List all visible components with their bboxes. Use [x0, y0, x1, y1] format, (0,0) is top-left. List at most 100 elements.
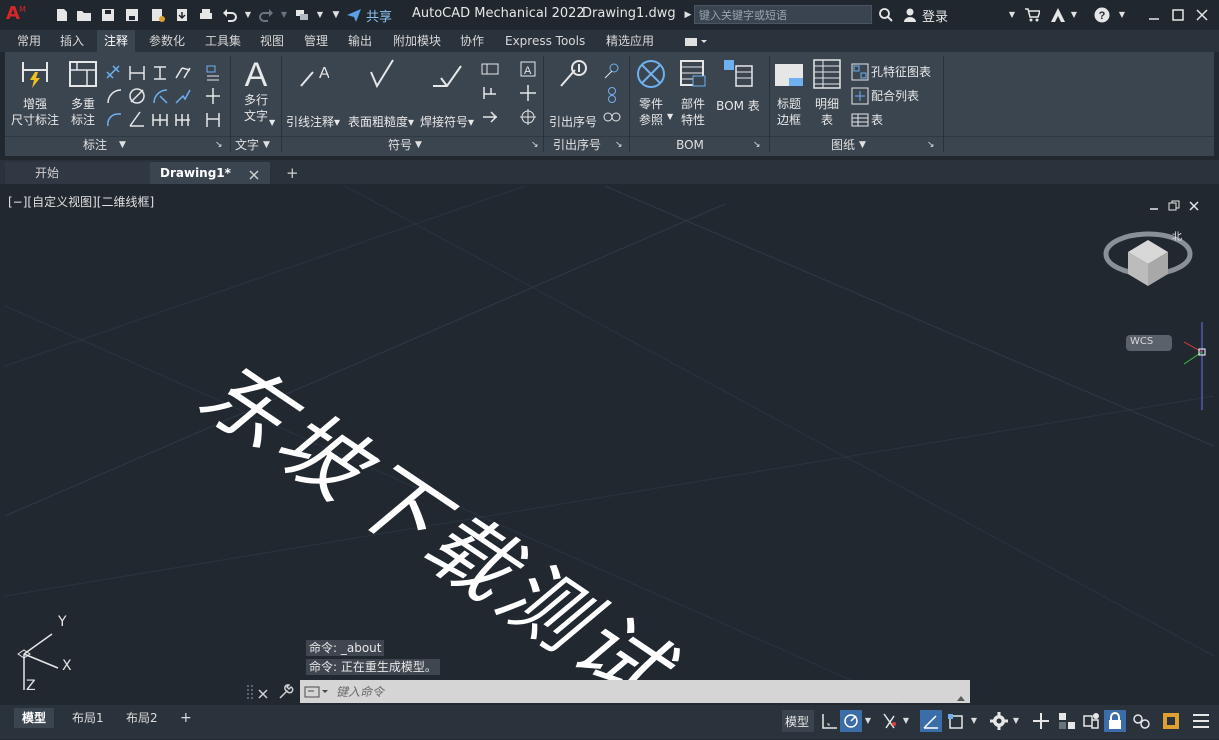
- ribbon-minimize-icon[interactable]: [684, 34, 710, 48]
- isolate-objects-icon[interactable]: [1080, 710, 1102, 732]
- navigation-bar[interactable]: [1178, 322, 1208, 410]
- model-space-button[interactable]: 模型: [782, 710, 814, 732]
- title-border-button[interactable]: 标题 边框: [771, 58, 807, 128]
- feature-control-frame-icon[interactable]: [481, 60, 499, 78]
- bom-table-button[interactable]: BOM 表: [713, 58, 763, 114]
- settings-gear-icon[interactable]: [988, 710, 1010, 732]
- object-snap-dropdown-icon[interactable]: ▼: [968, 710, 980, 732]
- search-input[interactable]: 键入关键字或短语: [694, 5, 872, 24]
- table-icon[interactable]: [851, 111, 869, 129]
- command-prompt-icon[interactable]: [304, 684, 330, 698]
- tab-output[interactable]: 输出: [341, 30, 379, 52]
- app-dropdown-icon[interactable]: ▼: [1066, 7, 1082, 23]
- linear-dimension-icon[interactable]: [128, 64, 146, 82]
- plot-icon[interactable]: [198, 7, 214, 23]
- tab-addins[interactable]: 附加模块: [386, 30, 448, 52]
- oblique-dimension-icon[interactable]: [174, 64, 192, 82]
- diameter-icon[interactable]: [128, 87, 146, 105]
- dimension-panel-launcher-icon[interactable]: ↘: [215, 137, 223, 153]
- panel-title-dimension[interactable]: 标注: [65, 137, 125, 153]
- leader-note-button[interactable]: A 引线注释▾: [283, 58, 343, 130]
- viewport-controls-label[interactable]: [−][自定义视图][二维线框]: [8, 193, 154, 210]
- grid-display-icon[interactable]: [818, 710, 840, 732]
- tab-parametric[interactable]: 参数化: [142, 30, 192, 52]
- weld-symbol-button[interactable]: 焊接符号▾: [417, 58, 477, 130]
- aligned-dimension-icon[interactable]: [105, 64, 123, 82]
- undo-dropdown-icon[interactable]: ▼: [240, 7, 256, 23]
- save-icon[interactable]: [100, 7, 116, 23]
- continue-dimension-icon[interactable]: [174, 110, 192, 128]
- help-icon[interactable]: ?: [1094, 7, 1110, 23]
- panel-title-symbol[interactable]: 符号: [385, 137, 415, 153]
- app-logo[interactable]: A M: [6, 3, 30, 25]
- arc-dimension-icon[interactable]: [105, 110, 123, 128]
- tab-view[interactable]: 视图: [253, 30, 291, 52]
- lock-ui-icon[interactable]: [1104, 710, 1126, 732]
- dimension-panel-dropdown-icon[interactable]: ▼: [119, 137, 126, 153]
- tab-start[interactable]: 开始: [5, 162, 165, 184]
- save-as-icon[interactable]: [124, 7, 140, 23]
- renumber-balloon-icon[interactable]: [603, 110, 621, 128]
- new-file-icon[interactable]: [54, 7, 70, 23]
- tab-insert[interactable]: 插入: [53, 30, 91, 52]
- snap-dropdown-icon[interactable]: ▼: [862, 710, 874, 732]
- arc-length-icon[interactable]: [105, 87, 123, 105]
- help-dropdown-icon[interactable]: ▼: [1114, 7, 1130, 23]
- workspace-dropdown-icon[interactable]: ▼: [312, 7, 328, 23]
- part-properties-button[interactable]: 部件 特性: [675, 58, 711, 128]
- command-grip-icon[interactable]: [246, 683, 254, 701]
- center-mark-icon[interactable]: [519, 84, 537, 102]
- tab-manage[interactable]: 管理: [297, 30, 335, 52]
- annotation-scale-icon[interactable]: [1056, 710, 1078, 732]
- command-history-up-icon[interactable]: [956, 687, 966, 701]
- workspace-icon[interactable]: [294, 7, 310, 23]
- add-layout-icon[interactable]: +: [172, 708, 200, 728]
- open-web-icon[interactable]: [150, 7, 166, 23]
- baseline-dimension-icon[interactable]: [151, 64, 169, 82]
- symbol-panel-dropdown-icon[interactable]: ▼: [415, 137, 422, 153]
- object-snap-icon[interactable]: [946, 710, 968, 732]
- cart-icon[interactable]: [1024, 7, 1042, 23]
- fits-list-icon[interactable]: [851, 87, 869, 105]
- parts-list-button[interactable]: 明细 表: [809, 58, 845, 128]
- autodesk-app-icon[interactable]: [1050, 7, 1066, 23]
- text-panel-dropdown-icon[interactable]: ▼: [263, 137, 270, 153]
- tab-collaborate[interactable]: 协作: [453, 30, 491, 52]
- customize-dropdown-icon[interactable]: ▼: [328, 7, 344, 23]
- close-icon[interactable]: [1194, 7, 1210, 23]
- search-icon[interactable]: [878, 7, 894, 23]
- share-button[interactable]: 共享: [366, 6, 392, 25]
- bom-panel-launcher-icon[interactable]: ↘: [753, 137, 761, 153]
- settings-dropdown-icon[interactable]: ▼: [1010, 710, 1022, 732]
- panel-title-balloon[interactable]: 引出序号: [551, 137, 603, 153]
- user-icon[interactable]: [902, 7, 918, 23]
- viewport-minimize-icon[interactable]: [1148, 197, 1160, 210]
- tab-featured-apps[interactable]: 精选应用: [599, 30, 661, 52]
- jogged-dimension-icon[interactable]: [174, 87, 192, 105]
- tab-toolsets[interactable]: 工具集: [198, 30, 248, 52]
- multi-dimension-button[interactable]: 多重 标注: [63, 58, 103, 128]
- part-reference-dropdown-icon[interactable]: ▼: [667, 108, 673, 126]
- ortho-mode-icon[interactable]: [878, 710, 900, 732]
- close-tab-icon[interactable]: [248, 166, 260, 180]
- part-reference-button[interactable]: 零件 参照: [631, 58, 671, 128]
- panel-title-text[interactable]: 文字: [233, 137, 261, 153]
- tab-annotate[interactable]: 注释: [97, 30, 136, 52]
- login-button[interactable]: 登录: [922, 6, 948, 25]
- share-icon[interactable]: [346, 7, 362, 23]
- hole-chart-icon[interactable]: [851, 63, 869, 81]
- hole-chart-button[interactable]: 孔特征图表: [871, 63, 931, 81]
- dimension-space-icon[interactable]: [204, 110, 222, 128]
- command-customize-icon[interactable]: [278, 684, 294, 700]
- polar-tracking-icon[interactable]: [920, 710, 942, 732]
- plus-icon[interactable]: [1030, 710, 1052, 732]
- enhanced-dimension-button[interactable]: 增强 尺寸标注: [9, 58, 61, 128]
- balloon-panel-launcher-icon[interactable]: ↘: [615, 137, 623, 153]
- new-tab-button[interactable]: +: [276, 162, 309, 184]
- panel-title-bom[interactable]: BOM: [669, 137, 711, 153]
- layout-tab-layout2[interactable]: 布局2: [118, 708, 166, 728]
- dimension-break-icon[interactable]: [204, 87, 222, 105]
- clean-screen-icon[interactable]: [1160, 710, 1182, 732]
- table-button[interactable]: 表: [871, 111, 883, 129]
- multiline-text-dropdown-icon[interactable]: ▼: [269, 114, 275, 132]
